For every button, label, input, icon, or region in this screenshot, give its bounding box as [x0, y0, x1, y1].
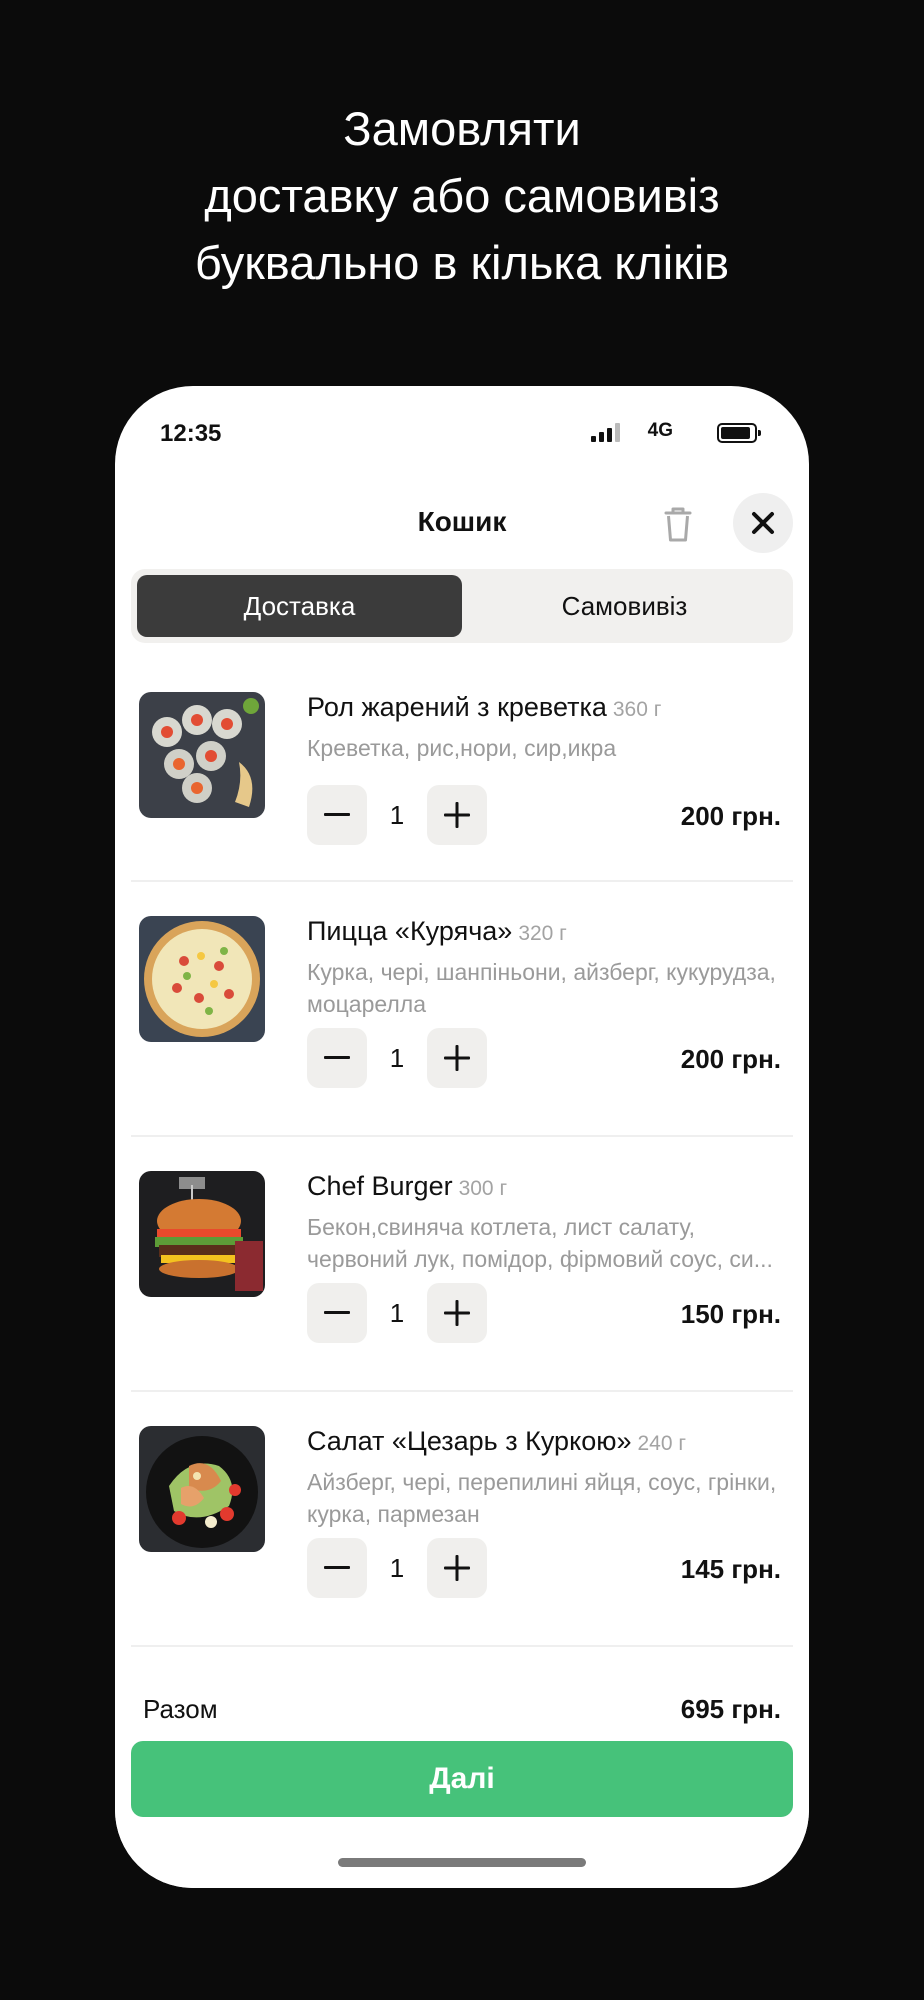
item-title: Салат «Цезарь з Куркою» 240 г [307, 1426, 793, 1457]
plus-icon [444, 1555, 470, 1581]
cart-item: Chef Burger 300 г Бекон,свиняча котлета, … [131, 1171, 793, 1343]
item-weight: 300 г [458, 1177, 508, 1200]
quantity-stepper: 1 [307, 1283, 489, 1343]
promo-line-3: буквально в кілька кліків [194, 236, 730, 289]
cart-item: Салат «Цезарь з Куркою» 240 г Айзберг, че… [131, 1426, 793, 1598]
increase-button[interactable] [427, 785, 487, 845]
next-button[interactable]: Далі [131, 1741, 793, 1817]
phone-frame: 12:35 4G Кошик Доставка Самовивіз Рол жа… [115, 386, 809, 1888]
item-weight: 320 г [518, 922, 567, 945]
tab-pickup[interactable]: Самовивіз [462, 575, 787, 637]
home-indicator[interactable] [338, 1858, 586, 1867]
divider [131, 1390, 793, 1392]
item-weight: 360 г [612, 698, 662, 721]
status-indicators: 4G [563, 420, 763, 443]
quantity-stepper: 1 [307, 1028, 489, 1088]
promo-line-2: доставку або самовивіз [204, 169, 720, 222]
trash-icon[interactable] [660, 504, 696, 544]
quantity-value: 1 [389, 1552, 405, 1583]
decrease-button[interactable] [307, 785, 367, 845]
item-photo-sushi-roll [139, 692, 265, 818]
cart-footer: Разом 695 грн. Далі [115, 1679, 809, 1888]
minus-icon [324, 1056, 350, 1059]
tab-delivery[interactable]: Доставка [137, 575, 462, 637]
increase-button[interactable] [427, 1028, 487, 1088]
minus-icon [324, 1566, 350, 1569]
item-price: 145 грн. [680, 1554, 781, 1584]
minus-icon [324, 813, 350, 816]
signal-icon [591, 422, 621, 442]
increase-button[interactable] [427, 1283, 487, 1343]
item-price: 150 грн. [680, 1299, 781, 1329]
decrease-button[interactable] [307, 1283, 367, 1343]
quantity-stepper: 1 [307, 785, 489, 845]
close-icon [752, 512, 774, 534]
promo-headline: Замовляти доставку або самовивіз букваль… [0, 95, 924, 296]
item-description: Айзберг, черi, перепилинi яйця, соус, гр… [307, 1469, 777, 1527]
item-weight: 240 г [637, 1432, 687, 1455]
cart-item: Рол жарений з креветка 360 г Креветка, ри… [131, 692, 793, 845]
item-price: 200 грн. [680, 801, 781, 831]
cart-item: Пицца «Куряча» 320 г Курка, черi, шанпiнь… [131, 916, 793, 1088]
item-description: Креветка, рис,нори, сир,икра [307, 735, 617, 761]
item-name: Салат «Цезарь з Куркою» [307, 1426, 632, 1456]
item-name: Chef Burger [307, 1171, 453, 1201]
network-label: 4G [647, 420, 673, 441]
status-time: 12:35 [160, 420, 222, 447]
item-description: Курка, черi, шанпiньони, айзберг, кукуру… [307, 959, 776, 1017]
item-description: Бекон,свиняча котлета, лист салату, черв… [307, 1214, 773, 1272]
battery-icon [717, 423, 761, 443]
decrease-button[interactable] [307, 1538, 367, 1598]
plus-icon [444, 1300, 470, 1326]
decrease-button[interactable] [307, 1028, 367, 1088]
item-name: Пицца «Куряча» [307, 916, 513, 946]
quantity-stepper: 1 [307, 1538, 489, 1598]
minus-icon [324, 1311, 350, 1314]
divider [131, 1645, 793, 1647]
total-value: 695 грн. [680, 1694, 781, 1724]
divider [131, 1135, 793, 1137]
promo-line-1: Замовляти [343, 102, 581, 155]
quantity-value: 1 [389, 1297, 405, 1328]
item-photo-pizza [139, 916, 265, 1042]
plus-icon [444, 802, 470, 828]
plus-icon [444, 1045, 470, 1071]
divider [131, 880, 793, 882]
total-label: Разом [143, 1694, 218, 1724]
item-title: Пицца «Куряча» 320 г [307, 916, 793, 947]
item-title: Chef Burger 300 г [307, 1171, 793, 1202]
page-title: Кошик [417, 506, 507, 537]
item-photo-burger [139, 1171, 265, 1297]
item-photo-salad [139, 1426, 265, 1552]
item-name: Рол жарений з креветка [307, 692, 607, 722]
quantity-value: 1 [389, 1042, 405, 1073]
item-title: Рол жарений з креветка 360 г [307, 692, 793, 723]
quantity-value: 1 [389, 799, 405, 830]
close-button[interactable] [733, 493, 793, 553]
delivery-mode-switch: Доставка Самовивіз [131, 569, 793, 643]
increase-button[interactable] [427, 1538, 487, 1598]
item-price: 200 грн. [680, 1044, 781, 1074]
